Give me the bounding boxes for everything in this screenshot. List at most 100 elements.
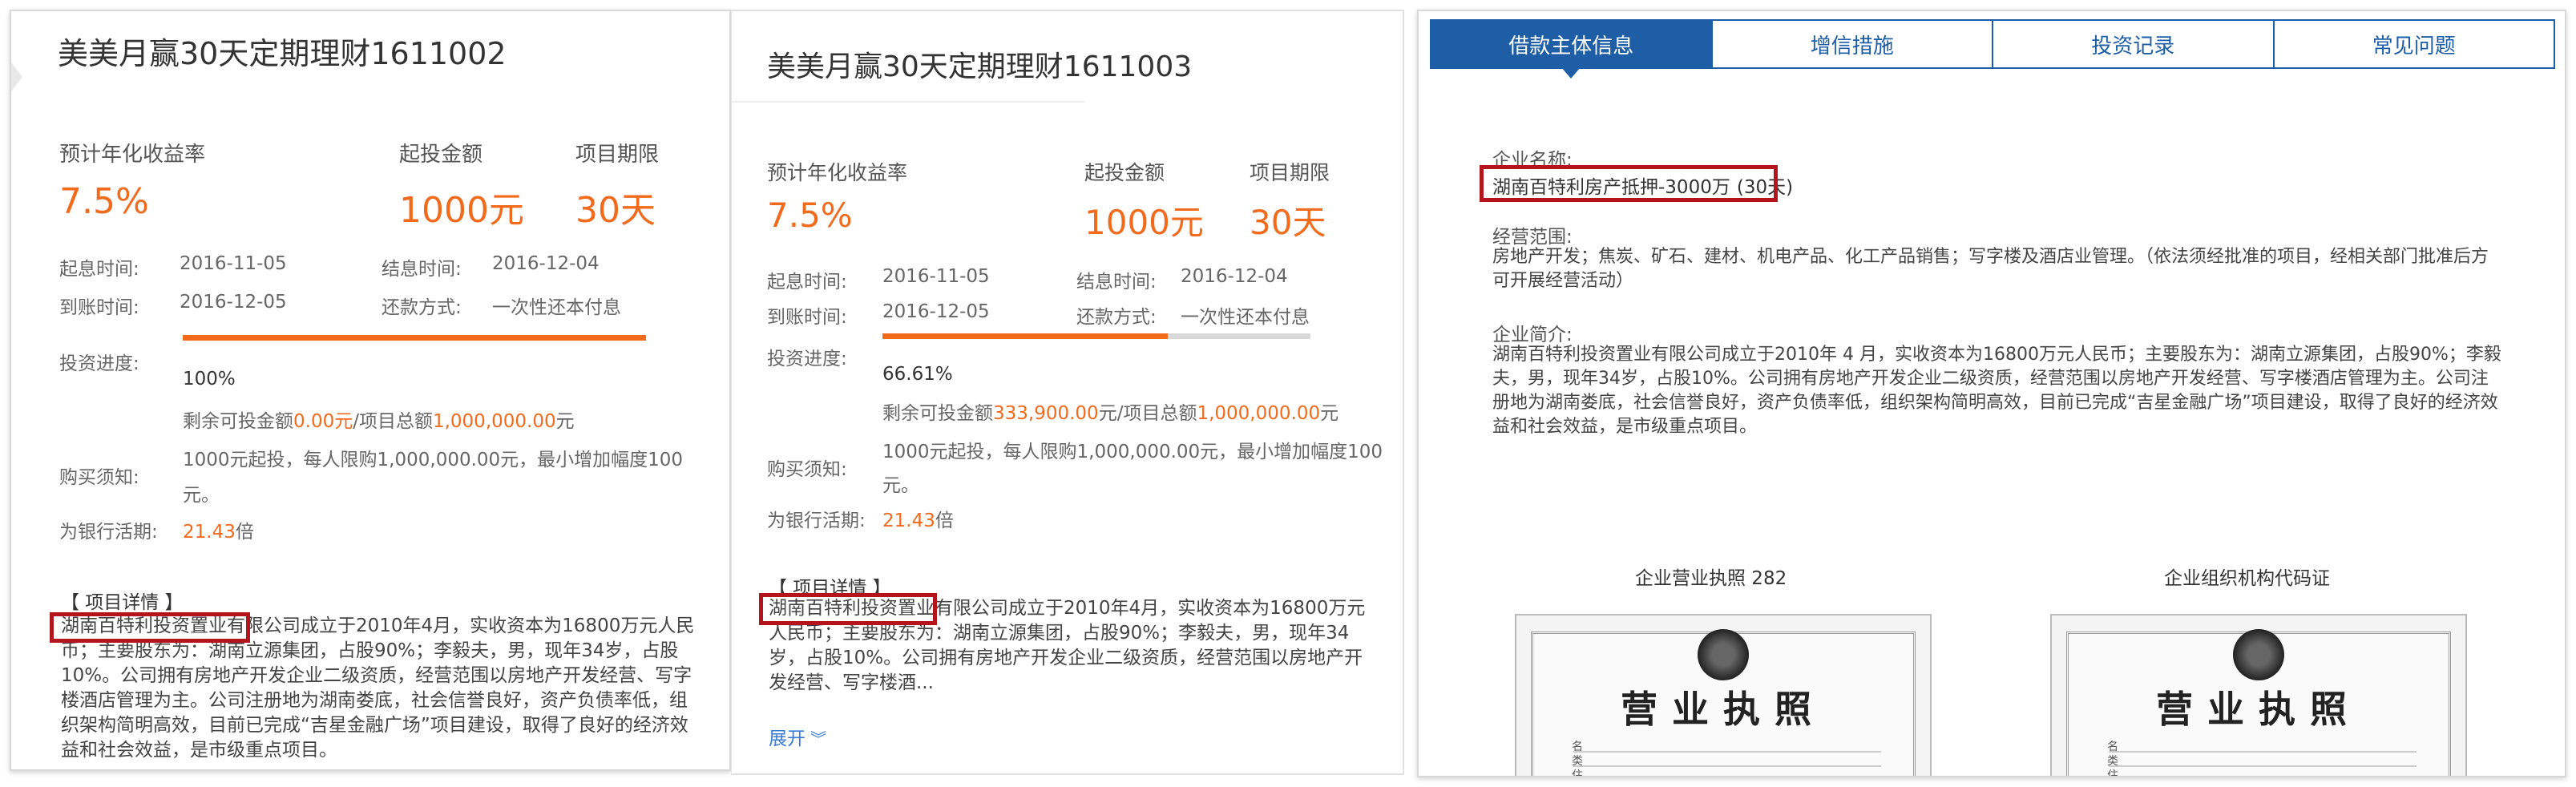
borrower-info-panel: 借款主体信息 增信措施 投资记录 常见问题 企业名称: 湖南百特利房产抵押-30… (1417, 10, 2566, 777)
arrive-date-value: 2016-12-05 (882, 301, 990, 322)
notice-line-1: 1000元起投，每人限购1,000,000.00元，最小增加幅度100 (882, 442, 1383, 462)
company-intro-text: 湖南百特利投资置业有限公司成立于2010年 4 月，实收资本为16800万元人民… (1492, 345, 2501, 437)
min-invest-value: 1000元 (399, 190, 524, 231)
total-value: 1,000,000.00 (1197, 403, 1321, 424)
end-date-label: 结息时间: (1076, 272, 1157, 293)
cert-caption-business-license: 企业营业执照 282 (1635, 568, 1787, 589)
highlight-box (1480, 165, 1778, 202)
progress-label: 投资进度: (59, 353, 139, 374)
card-notch (11, 63, 22, 91)
expand-label: 展开 (769, 728, 806, 749)
progress-bar (183, 335, 646, 341)
min-invest-label: 起投金额 (399, 143, 483, 167)
progress-bar (882, 333, 1310, 339)
term-label: 项目期限 (575, 143, 660, 167)
term-label: 项目期限 (1250, 161, 1330, 184)
bank-multiple-suffix: 倍 (935, 511, 954, 531)
title-divider (732, 101, 1084, 103)
rate-label: 预计年化收益率 (59, 143, 206, 167)
remaining-prefix: 剩余可投金额 (882, 403, 993, 424)
remaining-prefix: 剩余可投金额 (183, 411, 293, 432)
min-invest-value: 1000元 (1084, 203, 1204, 242)
certificate-row-label: 住 (2107, 769, 2118, 777)
min-invest-label: 起投金额 (1084, 161, 1165, 184)
bank-multiple-value: 21.43 (183, 522, 236, 543)
notice-line-2: 元。 (882, 475, 919, 496)
highlight-box (50, 612, 250, 643)
notice-line-2: 元。 (183, 485, 220, 506)
certificate-title: 营业执照 (1621, 688, 1826, 731)
business-scope-label: 经营范围: (1492, 227, 1573, 248)
product-title: 美美月赢30天定期理财1611003 (767, 50, 1193, 83)
total-suffix: 元 (555, 411, 575, 432)
progress-bar-fill (882, 333, 1168, 339)
remaining-value: 333,900.00 (993, 403, 1099, 424)
business-license-image: 营业执照 名 类 住 (1515, 614, 1932, 777)
arrive-date-value: 2016-12-05 (180, 292, 287, 313)
highlight-box (759, 593, 937, 625)
notice-line-1: 1000元起投，每人限购1,000,000.00元，最小增加幅度100 (183, 450, 684, 470)
end-date-label: 结息时间: (382, 259, 462, 280)
tab-label: 增信措施 (1810, 34, 1894, 59)
repay-method-label: 还款方式: (382, 297, 462, 318)
cert-caption-org-code: 企业组织机构代码证 (2164, 568, 2330, 589)
bank-label: 为银行活期: (59, 522, 158, 543)
bank-multiple: 21.43倍 (882, 505, 954, 532)
arrive-date-label: 到账时间: (767, 307, 847, 328)
tab-bar: 借款主体信息 增信措施 投资记录 常见问题 (1430, 19, 2555, 79)
certificate-line (1573, 765, 1881, 767)
tab-borrower-info[interactable]: 借款主体信息 (1431, 21, 1711, 79)
rate-value: 7.5% (59, 181, 149, 222)
business-scope-text: 房地产开发；焦炭、矿石、建材、机电产品、化工产品销售；写字楼及酒店业管理。（依法… (1492, 247, 2489, 291)
certificate-title: 营业执照 (2156, 688, 2361, 731)
details-heading: 【 项目详情 】 (61, 592, 184, 613)
product-card-1611002: 美美月赢30天定期理财1611002 预计年化收益率 7.5% 起投金额 100… (10, 10, 731, 771)
total-value: 1,000,000.00 (432, 411, 556, 432)
certificate-frame: 营业执照 名 类 住 (1531, 629, 1916, 777)
national-emblem-icon (2233, 629, 2284, 680)
notice-label: 购买须知: (59, 467, 139, 488)
tab-faq[interactable]: 常见问题 (2272, 21, 2554, 67)
end-date-value: 2016-12-04 (1181, 266, 1288, 287)
end-date-value: 2016-12-04 (492, 253, 600, 274)
bank-label: 为银行活期: (767, 511, 866, 531)
rate-value: 7.5% (767, 196, 853, 235)
total-prefix: 元/项目总额 (1098, 403, 1197, 424)
remaining-amount: 剩余可投金额0.00元/项目总额1,000,000.00元 (183, 406, 575, 433)
progress-percent: 100% (183, 369, 236, 389)
start-date-label: 起息时间: (59, 259, 139, 280)
tab-credit-enhancement[interactable]: 增信措施 (1710, 21, 1992, 67)
org-code-certificate-image: 营业执照 名 类 住 (2050, 614, 2467, 777)
expand-link[interactable]: 展开 ︾ (769, 723, 826, 750)
tab-investment-records[interactable]: 投资记录 (1992, 21, 2273, 67)
term-value: 30天 (1250, 203, 1326, 242)
total-suffix: 元 (1320, 403, 1339, 424)
certificate-row-label: 住 (1572, 769, 1583, 777)
certificate-frame: 营业执照 名 类 住 (2066, 629, 2451, 777)
remaining-value: 0.00元 (293, 411, 353, 432)
start-date-label: 起息时间: (767, 272, 847, 293)
bank-multiple-suffix: 倍 (235, 522, 254, 543)
certificate-line (2109, 765, 2417, 767)
bank-multiple: 21.43倍 (183, 516, 254, 543)
tab-label: 常见问题 (2372, 34, 2456, 59)
product-card-1611003: 美美月赢30天定期理财1611003 预计年化收益率 7.5% 起投金额 100… (731, 10, 1404, 775)
progress-label: 投资进度: (767, 349, 847, 369)
start-date-value: 2016-11-05 (882, 266, 990, 287)
product-title: 美美月赢30天定期理财1611002 (58, 36, 507, 71)
progress-bar-fill (183, 335, 646, 341)
remaining-amount: 剩余可投金额333,900.00元/项目总额1,000,000.00元 (882, 398, 1338, 425)
arrive-date-label: 到账时间: (59, 297, 139, 318)
repay-method-label: 还款方式: (1076, 307, 1157, 328)
notice-label: 购买须知: (767, 459, 847, 480)
progress-percent: 66.61% (882, 364, 953, 385)
national-emblem-icon (1698, 629, 1749, 680)
certificate-line (2109, 751, 2417, 753)
term-value: 30天 (575, 190, 656, 231)
start-date-value: 2016-11-05 (180, 253, 287, 274)
tab-label: 借款主体信息 (1508, 34, 1634, 59)
total-prefix: /项目总额 (353, 411, 433, 432)
chevron-down-icon: ︾ (810, 729, 826, 749)
certificate-line (1573, 751, 1881, 753)
rate-label: 预计年化收益率 (767, 161, 908, 184)
